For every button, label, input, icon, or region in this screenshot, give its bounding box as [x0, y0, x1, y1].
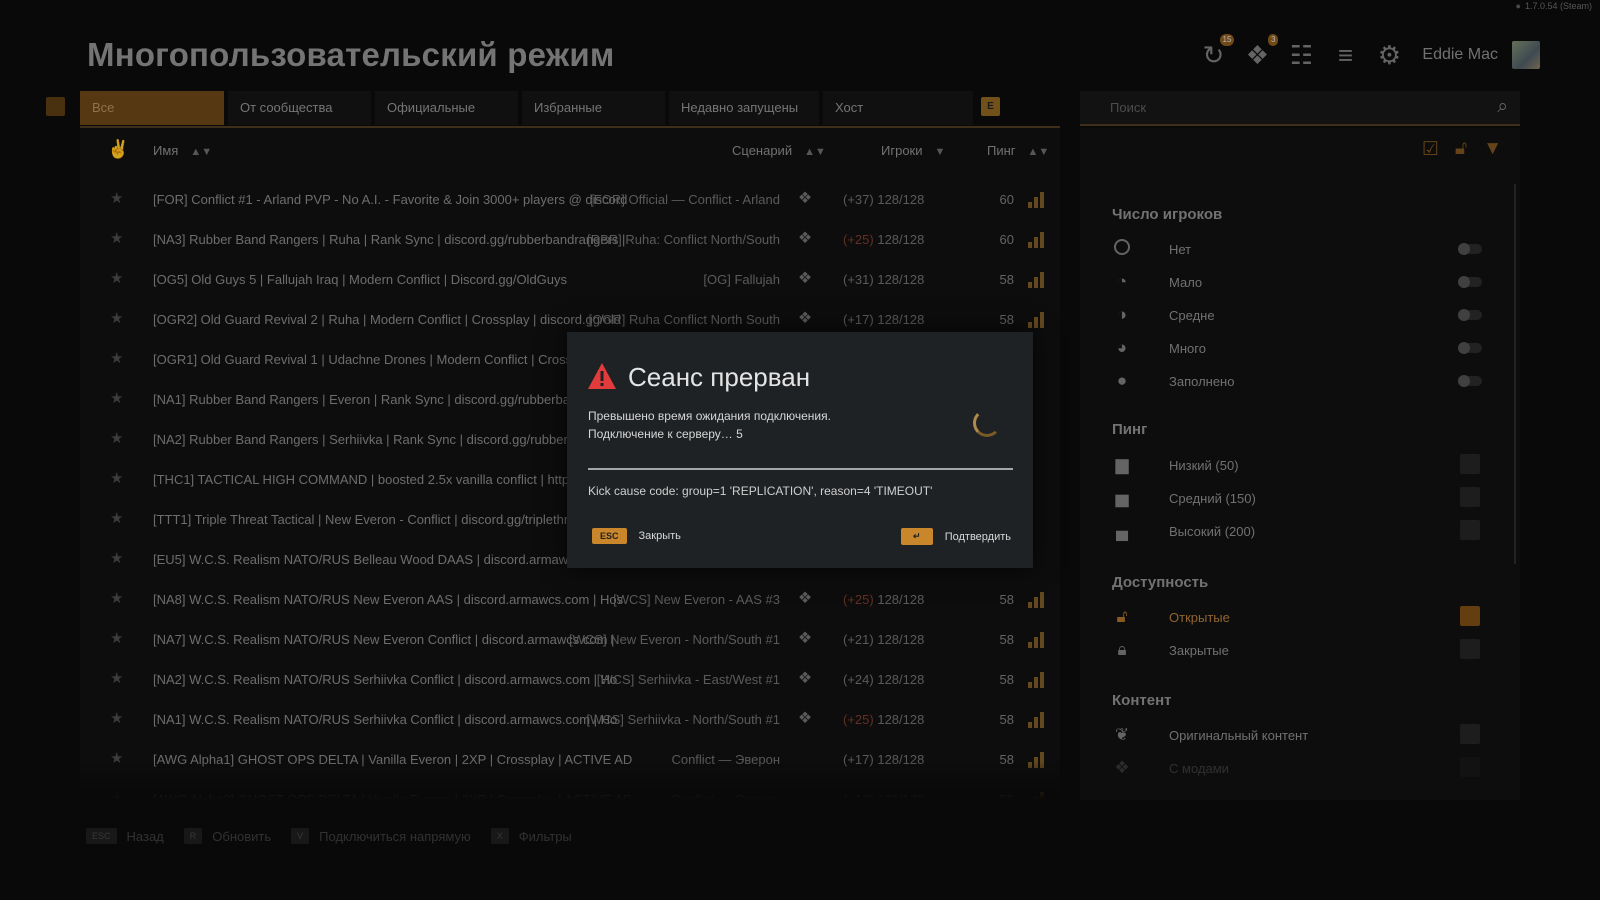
loading-spinner-icon — [973, 409, 1001, 437]
dialog-title: Сеанс прерван — [628, 362, 811, 392]
confirm-label: Подтвердить — [944, 530, 1011, 543]
dialog-message: Превышено время ожидания подключения. — [588, 409, 831, 423]
esc-key: ESC — [592, 528, 627, 544]
close-label: Закрыть — [638, 530, 681, 542]
session-dialog: Сеанс прерван Превышено время ожидания п… — [567, 332, 1033, 568]
warning-icon — [588, 363, 616, 389]
dialog-divider — [588, 468, 1013, 470]
close-button[interactable]: ESC Закрыть — [592, 528, 681, 544]
enter-key: ↵ — [900, 528, 933, 545]
dialog-status: Подключение к серверу… 5 — [588, 427, 743, 441]
screen: 1.7.0.54 (Steam) Многопользовательский р… — [0, 0, 1600, 900]
confirm-button[interactable]: ↵ Подтвердить — [900, 528, 1011, 545]
kick-cause: Kick cause code: group=1 'REPLICATION', … — [588, 484, 933, 498]
